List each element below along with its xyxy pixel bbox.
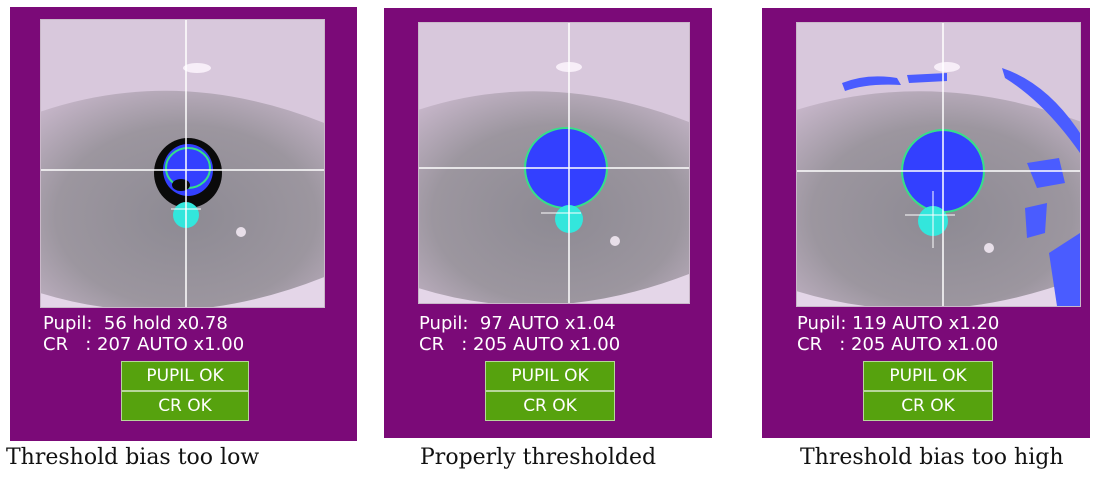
glint-reflection [183,63,211,73]
camera-panel-high: Pupil: 119 AUTO x1.20 CR : 205 AUTO x1.0… [762,8,1090,438]
eye-image [41,20,324,307]
pupil-readout: Pupil: 97 AUTO x1.04 [419,313,616,334]
glint-reflection [934,62,960,72]
caption-too-high: Threshold bias too high [800,445,1064,470]
cr-readout: CR : 205 AUTO x1.00 [797,334,999,355]
eye-image [797,23,1080,306]
cr-ok-button[interactable]: CR OK [121,391,249,421]
camera-panel-proper: Pupil: 97 AUTO x1.04 CR : 205 AUTO x1.00… [384,8,712,438]
cr-ok-button[interactable]: CR OK [863,391,993,421]
pupil-ok-button[interactable]: PUPIL OK [485,361,615,391]
cr-readout: CR : 207 AUTO x1.00 [43,334,245,355]
cr-ok-button[interactable]: CR OK [485,391,615,421]
eye-camera-view [40,19,325,308]
caption-proper: Properly thresholded [420,445,657,470]
pupil-ok-button[interactable]: PUPIL OK [121,361,249,391]
eye-image [419,23,689,303]
eye-camera-view [418,22,690,304]
pupil-readout: Pupil: 119 AUTO x1.20 [797,313,1000,334]
cr-readout: CR : 205 AUTO x1.00 [419,334,621,355]
pupil-readout: Pupil: 56 hold x0.78 [43,313,228,334]
eye-camera-view [796,22,1081,307]
pupil-ok-button[interactable]: PUPIL OK [863,361,993,391]
camera-panel-low: Pupil: 56 hold x0.78 CR : 207 AUTO x1.00… [10,7,357,441]
caption-too-low: Threshold bias too low [6,445,260,470]
